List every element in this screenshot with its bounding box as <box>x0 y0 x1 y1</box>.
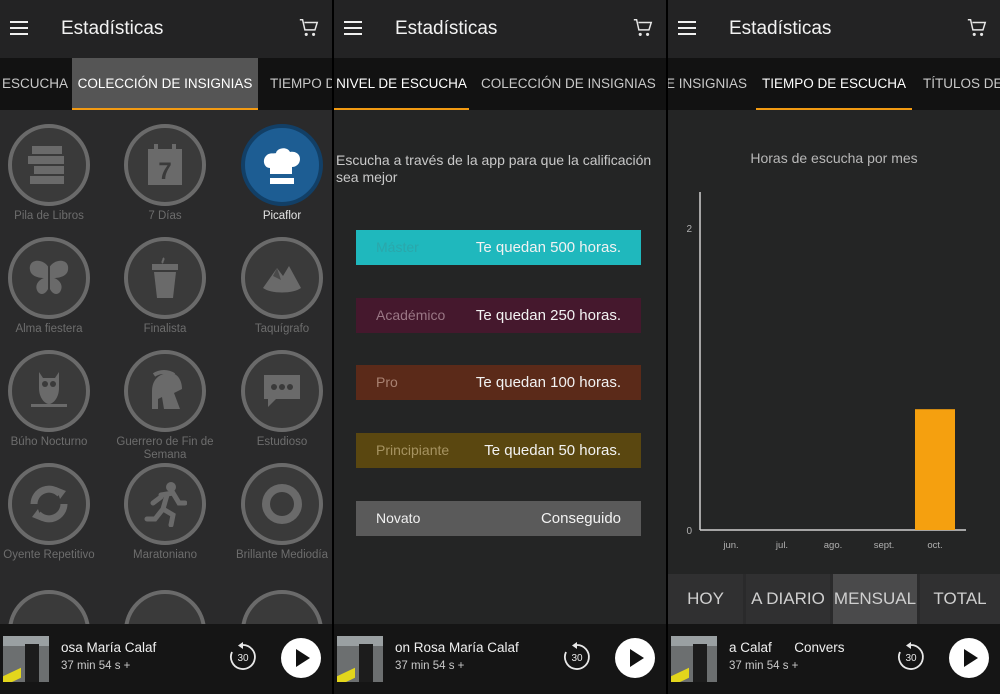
rewind-30-icon[interactable]: 30 <box>227 641 259 673</box>
player-time: 37 min 54 s + <box>61 660 131 672</box>
coffee-cup-icon <box>152 257 178 298</box>
badge-pila-de-libros[interactable]: Pila de Libros <box>0 124 107 223</box>
app-bar: Estadísticas <box>668 0 1000 58</box>
butterfly-icon <box>29 260 69 295</box>
level-principiante: Principiante Te quedan 50 horas. <box>356 433 641 468</box>
chat-bubble-icon <box>264 375 300 407</box>
badge-estudioso[interactable]: Estudioso <box>224 350 332 449</box>
mini-player[interactable]: on Rosa María Calaf 37 min 54 s + 30 <box>334 624 666 694</box>
play-button[interactable] <box>615 638 655 678</box>
period-total[interactable]: TOTAL <box>920 574 1000 624</box>
badge-picaflor[interactable]: Picaflor <box>224 124 332 223</box>
app-bar: Estadísticas <box>334 0 666 58</box>
mountain-icon <box>263 266 301 293</box>
page-title: Estadísticas <box>61 18 164 39</box>
level-pro: Pro Te quedan 100 horas. <box>356 365 641 400</box>
y-tick-label: 0 <box>686 526 692 537</box>
badge-maratoniano[interactable]: Maratoniano <box>107 463 223 562</box>
svg-text:30: 30 <box>571 653 583 664</box>
badge-brillante-mediodia[interactable]: Brillante Mediodía <box>224 463 332 562</box>
chart-title: Horas de escucha por mes <box>750 150 918 166</box>
runner-icon <box>144 482 187 527</box>
badge-buho-nocturno[interactable]: Búho Nocturno <box>0 350 107 449</box>
tab-bar: ESCUCHA COLECCIÓN DE INSIGNIAS TIEMPO D <box>0 58 332 110</box>
app-bar: Estadísticas <box>0 0 332 58</box>
cart-icon[interactable] <box>298 17 320 39</box>
level-academico: Académico Te quedan 250 horas. <box>356 298 641 333</box>
owl-icon <box>31 372 67 407</box>
mini-player[interactable]: a Calaf Convers 37 min 54 s + 30 <box>668 624 1000 694</box>
svg-text:7: 7 <box>158 158 171 185</box>
badges-screen: Estadísticas ESCUCHA COLECCIÓN DE INSIGN… <box>0 0 332 694</box>
player-time: 37 min 54 s + <box>729 660 799 672</box>
audiobook-cover[interactable] <box>337 636 383 682</box>
tab-coleccion-insignias[interactable]: COLECCIÓN DE INSIGNIAS <box>72 58 258 110</box>
period-mensual[interactable]: MENSUAL <box>833 574 917 624</box>
bar-oct <box>915 409 955 530</box>
page-title: Estadísticas <box>395 18 498 39</box>
x-tick-label: ago. <box>824 540 843 551</box>
x-tick-label: jun. <box>722 540 738 551</box>
page-title: Estadísticas <box>729 18 832 39</box>
calendar-icon: 7 <box>148 144 182 185</box>
tab-titulos[interactable]: TÍTULOS DE <box>923 58 1000 110</box>
badge-7-dias[interactable]: 7 7 Días <box>107 124 223 223</box>
tab-bar: NIVEL DE ESCUCHA COLECCIÓN DE INSIGNIAS <box>334 58 666 110</box>
play-button[interactable] <box>949 638 989 678</box>
period-a-diario[interactable]: A DIARIO <box>746 574 830 624</box>
menu-icon[interactable] <box>10 21 28 35</box>
helmet-icon <box>152 370 182 409</box>
badge-taquigrafo[interactable]: Taquígrafo <box>224 237 332 336</box>
badge-finalista[interactable]: Finalista <box>107 237 223 336</box>
audiobook-cover[interactable] <box>671 636 717 682</box>
tab-nivel-escucha[interactable]: NIVEL DE ESCUCHA <box>334 58 469 110</box>
tab-tiempo-escucha[interactable]: TIEMPO DE ESCUCHA <box>756 58 912 110</box>
period-selector: HOY A DIARIO MENSUAL TOTAL <box>668 574 1000 624</box>
mini-player[interactable]: osa María Calaf 37 min 54 s + 30 <box>0 624 332 694</box>
audiobook-cover[interactable] <box>3 636 49 682</box>
player-time: 37 min 54 s + <box>395 660 465 672</box>
listening-time-screen: Estadísticas E INSIGNIAS TIEMPO DE ESCUC… <box>668 0 1000 694</box>
x-tick-label: sept. <box>874 540 895 551</box>
badge-alma-fiestera[interactable]: Alma fiestera <box>0 237 107 336</box>
tab-bar: E INSIGNIAS TIEMPO DE ESCUCHA TÍTULOS DE <box>668 58 1000 110</box>
player-title: osa María Calaf <box>61 640 157 655</box>
player-title: a Calaf Convers <box>729 640 845 655</box>
svg-text:30: 30 <box>237 653 249 664</box>
badge-guerrero-fin-de-semana[interactable]: Guerrero de Fin de Semana <box>107 350 223 462</box>
tab-coleccion-insignias[interactable]: E INSIGNIAS <box>668 58 747 110</box>
monthly-hours-chart: 0 2 jun. jul. ago. sept. oct. <box>686 192 966 551</box>
cart-icon[interactable] <box>966 17 988 39</box>
level-master: Máster Te quedan 500 horas. <box>356 230 641 265</box>
tab-coleccion-insignias[interactable]: COLECCIÓN DE INSIGNIAS <box>481 58 656 110</box>
period-hoy[interactable]: HOY <box>668 574 743 624</box>
level-hint: Escucha a través de la app para que la c… <box>336 152 652 185</box>
repeat-icon <box>30 485 68 523</box>
tab-nivel-escucha[interactable]: ESCUCHA <box>2 58 68 110</box>
rewind-30-icon[interactable]: 30 <box>895 641 927 673</box>
menu-icon[interactable] <box>344 21 362 35</box>
sun-icon <box>262 484 302 524</box>
levels-content: Escucha a través de la app para que la c… <box>334 110 666 624</box>
badge-oyente-repetitivo[interactable]: Oyente Repetitivo <box>0 463 107 562</box>
x-tick-label: jul. <box>775 540 788 551</box>
x-tick-label: oct. <box>927 540 942 551</box>
y-tick-label: 2 <box>686 224 692 235</box>
cart-icon[interactable] <box>632 17 654 39</box>
rewind-30-icon[interactable]: 30 <box>561 641 593 673</box>
chart-content: Horas de escucha por mes 0 2 jun. jul. ago. s… <box>668 110 1000 624</box>
menu-icon[interactable] <box>678 21 696 35</box>
svg-text:30: 30 <box>905 653 917 664</box>
level-novato: Novato Conseguido <box>356 501 641 536</box>
play-button[interactable] <box>281 638 321 678</box>
player-title: on Rosa María Calaf <box>395 640 519 655</box>
badges-grid: Pila de Libros 7 7 Días Picaflor Alma fi… <box>0 110 332 672</box>
listening-level-screen: Estadísticas NIVEL DE ESCUCHA COLECCIÓN … <box>334 0 666 694</box>
tab-tiempo-escucha[interactable]: TIEMPO D <box>270 58 332 110</box>
books-icon <box>28 146 64 184</box>
chef-hat-icon <box>263 148 300 184</box>
